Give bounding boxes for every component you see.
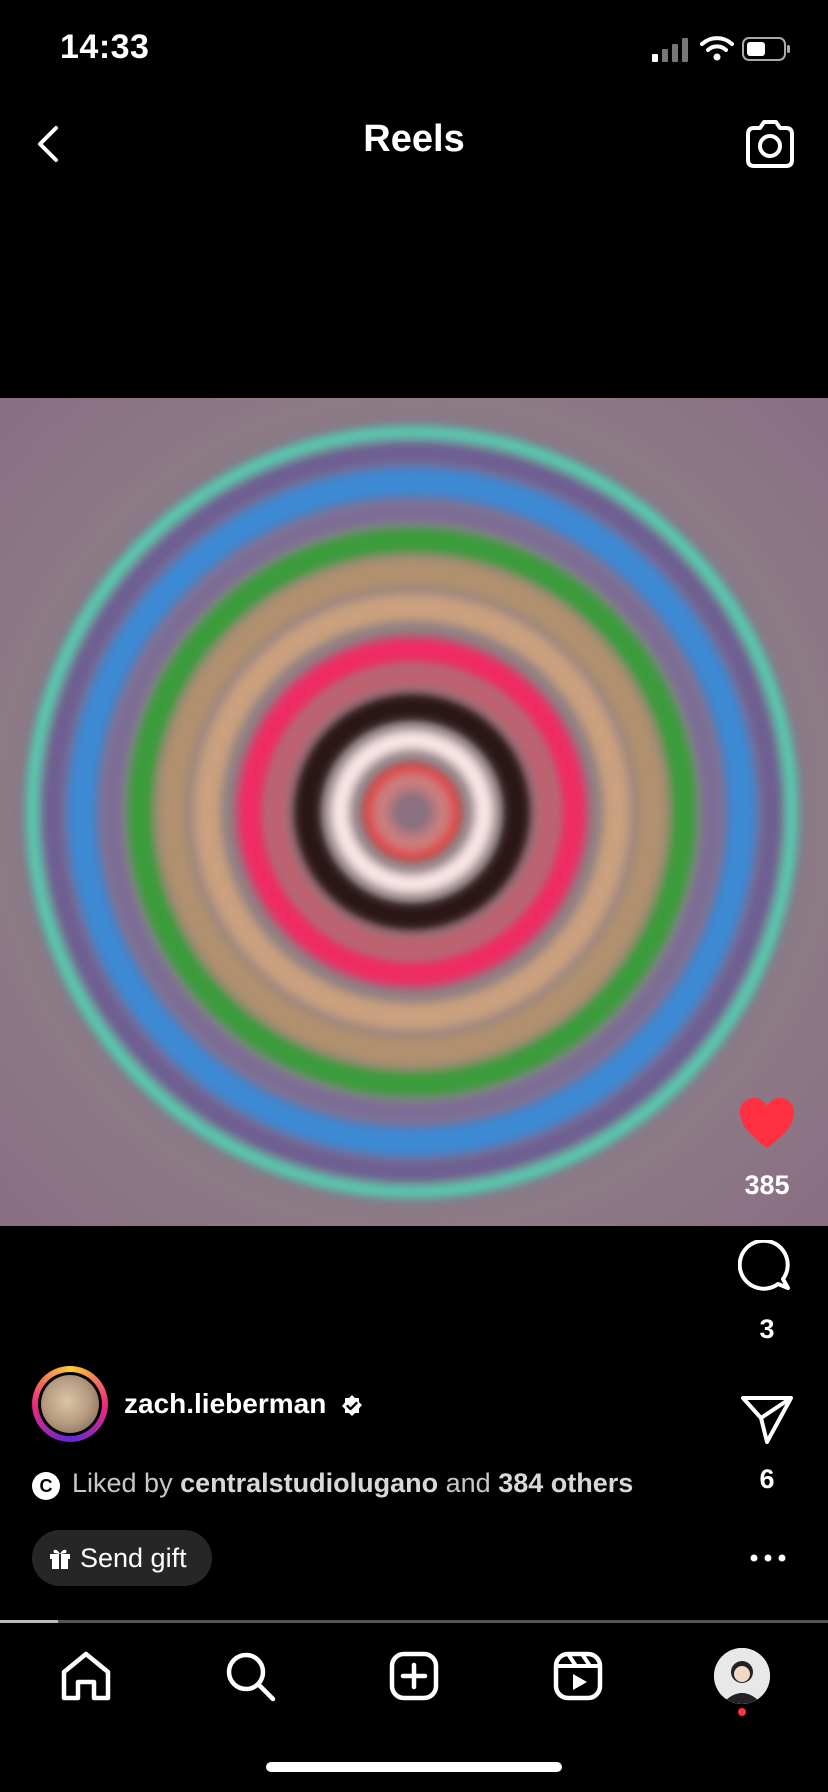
gift-icon: [50, 1549, 70, 1569]
liked-by-others[interactable]: 384 others: [498, 1468, 633, 1498]
send-gift-label[interactable]: Send gift: [80, 1543, 187, 1574]
battery-icon: [742, 37, 790, 61]
verified-badge-icon: [342, 1395, 362, 1416]
more-options-icon[interactable]: [748, 1548, 788, 1568]
concentric-rings-artwork: [25, 425, 799, 1199]
author-username[interactable]: zach.lieberman: [124, 1388, 326, 1420]
share-count[interactable]: 6: [717, 1464, 817, 1495]
wifi-icon: [700, 36, 734, 61]
comment-icon[interactable]: [738, 1240, 794, 1296]
profile-photo: [714, 1648, 770, 1704]
like-heart-icon[interactable]: [738, 1096, 796, 1150]
notification-dot: [738, 1708, 746, 1716]
liked-by-joiner: and: [445, 1468, 491, 1498]
plus-square-icon[interactable]: [386, 1648, 442, 1704]
like-count[interactable]: 385: [717, 1170, 817, 1201]
profile-avatar[interactable]: [714, 1648, 770, 1704]
camera-icon[interactable]: [742, 116, 798, 172]
reel-video[interactable]: [0, 398, 828, 1226]
page-title: Reels: [363, 118, 465, 160]
liked-by-prefix: Liked by: [72, 1468, 173, 1498]
comment-count[interactable]: 3: [717, 1314, 817, 1345]
reels-icon[interactable]: [550, 1648, 606, 1704]
video-progress-track[interactable]: [0, 1620, 828, 1623]
liked-by-user[interactable]: centralstudiolugano: [180, 1468, 438, 1498]
cellular-signal-icon: [652, 38, 688, 62]
video-progress-fill: [0, 1620, 58, 1623]
home-icon[interactable]: [58, 1648, 114, 1704]
home-indicator[interactable]: [266, 1762, 562, 1772]
author-avatar[interactable]: [41, 1375, 99, 1433]
status-time: 14:33: [60, 28, 150, 66]
creator-c-icon: C: [32, 1472, 60, 1500]
search-icon[interactable]: [222, 1648, 278, 1704]
paper-plane-share-icon[interactable]: [740, 1394, 794, 1446]
liked-by-text[interactable]: Liked by centralstudiolugano and 384 oth…: [72, 1468, 633, 1499]
